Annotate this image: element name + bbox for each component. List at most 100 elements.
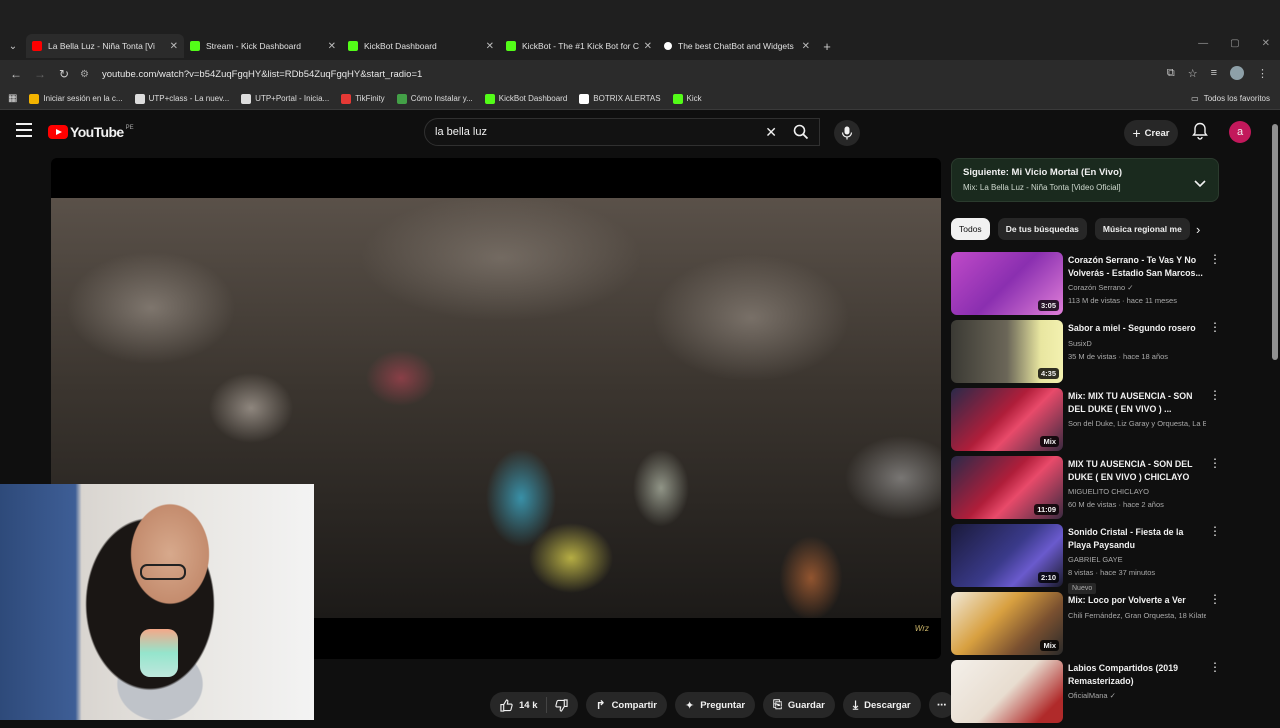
voice-search-button[interactable] [834, 120, 860, 146]
share-button[interactable]: ↱ Compartir [585, 692, 667, 718]
apps-grid-icon[interactable]: ▦ [8, 93, 17, 104]
tab-close-icon[interactable]: ✕ [328, 41, 336, 52]
bookmark-item[interactable]: TikFinity [341, 93, 385, 104]
channel-name[interactable]: GABRIEL GAYE [1068, 555, 1206, 564]
tab-close-icon[interactable]: ✕ [802, 41, 810, 52]
browser-tab[interactable]: La Bella Luz - Niña Tonta [Vi ✕ [26, 34, 184, 58]
youtube-logo[interactable]: YouTube PE [48, 124, 134, 140]
close-window-icon[interactable]: ✕ [1262, 38, 1270, 49]
back-icon[interactable]: ← [4, 67, 28, 81]
tab-search-chevron-icon[interactable]: ⌄ [0, 34, 26, 58]
queue-next-title: Siguiente: Mi Vicio Mortal (En Vivo) [963, 167, 1123, 178]
page-scrollbar[interactable] [1270, 112, 1280, 720]
recommended-video[interactable]: 3:05 Corazón Serrano - Te Vas Y No Volve… [951, 252, 1221, 320]
url-field[interactable]: ⚙ youtube.com/watch?v=b54ZuqFgqHY&list=R… [80, 63, 1200, 85]
video-title[interactable]: Corazón Serrano - Te Vas Y No Volverás -… [1068, 254, 1206, 279]
sparkle-icon: ✦ [684, 699, 695, 712]
bookmark-item[interactable]: KickBot Dashboard [484, 93, 567, 104]
reload-icon[interactable]: ↻ [52, 67, 76, 81]
new-tab-button[interactable]: + [816, 39, 838, 54]
bookmark-item[interactable]: BOTRIX ALERTAS [579, 93, 661, 104]
install-app-icon[interactable]: ⧉ [1167, 67, 1175, 80]
browser-tab[interactable]: Stream - Kick Dashboard ✕ [184, 34, 342, 58]
more-vert-icon[interactable]: ⋮ [1209, 593, 1221, 605]
video-title[interactable]: MIX TU AUSENCIA - SON DEL DUKE ( EN VIVO… [1068, 458, 1206, 483]
bookmark-favicon-icon [672, 93, 683, 104]
tab-close-icon[interactable]: ✕ [486, 41, 494, 52]
video-title[interactable]: Labios Compartidos (2019 Remasterizado) [1068, 662, 1206, 687]
bookmark-item[interactable]: UTP+Portal - Inicia... [241, 93, 329, 104]
video-thumbnail[interactable]: 4:35 [951, 320, 1063, 383]
recommended-video[interactable]: Mix Mix: MIX TU AUSENCIA - SON DEL DUKE … [951, 388, 1221, 456]
video-thumbnail[interactable]: Mix [951, 388, 1063, 451]
recommended-video[interactable]: Labios Compartidos (2019 Remasterizado) … [951, 660, 1221, 728]
dislike-button[interactable] [547, 698, 578, 712]
more-vert-icon[interactable]: ⋮ [1209, 389, 1221, 401]
bookmark-favicon-icon [341, 93, 352, 104]
maximize-icon[interactable]: ▢ [1230, 38, 1239, 49]
channel-name[interactable]: MIGUELITO CHICLAYO [1068, 487, 1206, 496]
filter-chip[interactable]: De tus búsquedas [997, 218, 1087, 240]
expand-queue-chevron-icon[interactable] [1194, 175, 1206, 193]
channel-name[interactable]: Son del Duke, Liz Garay y Orquesta, La B… [1068, 419, 1206, 428]
notifications-bell-icon[interactable] [1192, 122, 1208, 145]
channel-name[interactable]: OficialMana ✓ [1068, 691, 1206, 700]
media-control-icon[interactable]: ≡ [1211, 67, 1217, 79]
channel-name[interactable]: SusixD [1068, 339, 1206, 348]
video-thumbnail[interactable]: 11:09 [951, 456, 1063, 519]
channel-name[interactable]: Chili Fernández, Gran Orquesta, 18 Kilat… [1068, 611, 1206, 620]
more-vert-icon[interactable]: ⋮ [1209, 525, 1221, 537]
all-bookmarks-button[interactable]: ▭ Todos los favoritos [1191, 94, 1270, 103]
clear-search-icon[interactable]: ✕ [765, 124, 777, 141]
chips-next-chevron-icon[interactable]: › [1196, 222, 1200, 237]
recommended-video[interactable]: 2:10 Sonido Cristal - Fiesta de la Playa… [951, 524, 1221, 594]
video-thumbnail[interactable]: 3:05 [951, 252, 1063, 315]
more-vert-icon[interactable]: ⋮ [1209, 661, 1221, 673]
recommended-video[interactable]: Mix Mix: Loco por Volverte a Ver Chili F… [951, 592, 1221, 660]
mix-queue-panel[interactable]: Siguiente: Mi Vicio Mortal (En Vivo) Mix… [951, 158, 1219, 202]
save-label: Guardar [787, 699, 825, 711]
forward-icon[interactable]: → [28, 67, 52, 81]
bookmark-item[interactable]: UTP+class - La nuev... [134, 93, 229, 104]
video-title[interactable]: Mix: Loco por Volverte a Ver [1068, 594, 1206, 607]
search-button[interactable] [782, 118, 820, 146]
bookmark-item[interactable]: Iniciar sesión en la c... [29, 93, 123, 104]
download-button[interactable]: ⤓ Descargar [842, 692, 921, 718]
video-title[interactable]: Sonido Cristal - Fiesta de la Playa Pays… [1068, 526, 1206, 551]
browser-tab[interactable]: The best ChatBot and Widgets ✕ [658, 34, 816, 58]
recommended-video[interactable]: 4:35 Sabor a miel - Segundo rosero Susix… [951, 320, 1221, 388]
video-title[interactable]: Sabor a miel - Segundo rosero [1068, 322, 1206, 335]
site-info-icon[interactable]: ⚙ [80, 69, 94, 80]
bookmark-star-icon[interactable]: ☆ [1188, 67, 1198, 80]
channel-name[interactable]: Corazón Serrano ✓ [1068, 283, 1206, 292]
like-button[interactable]: 14 k [490, 697, 547, 713]
video-thumbnail[interactable] [951, 660, 1063, 723]
video-actions: 14 k ↱ Compartir ✦ Preguntar ⎘ Guardar ⤓… [490, 692, 955, 718]
browser-tab[interactable]: KickBot Dashboard ✕ [342, 34, 500, 58]
browser-menu-icon[interactable]: ⋮ [1257, 67, 1268, 80]
tab-close-icon[interactable]: ✕ [170, 41, 178, 52]
account-avatar[interactable]: a [1229, 121, 1251, 143]
video-title[interactable]: Mix: MIX TU AUSENCIA - SON DEL DUKE ( EN… [1068, 390, 1206, 415]
ask-button[interactable]: ✦ Preguntar [674, 692, 756, 718]
more-vert-icon[interactable]: ⋮ [1209, 321, 1221, 333]
video-info: Sabor a miel - Segundo rosero SusixD 35 M… [1068, 322, 1206, 361]
video-thumbnail[interactable]: 2:10 [951, 524, 1063, 587]
bookmark-item[interactable]: Cómo Instalar y... [396, 93, 473, 104]
minimize-icon[interactable]: — [1198, 38, 1208, 49]
browser-tab[interactable]: KickBot - The #1 Kick Bot for C ✕ [500, 34, 658, 58]
bookmark-item[interactable]: Kick [672, 93, 702, 104]
more-vert-icon[interactable]: ⋮ [1209, 253, 1221, 265]
filter-chip[interactable]: Música regional me [1094, 218, 1190, 240]
filter-chip[interactable]: Todos [951, 218, 990, 240]
more-vert-icon[interactable]: ⋮ [1209, 457, 1221, 469]
tab-close-icon[interactable]: ✕ [644, 41, 652, 52]
menu-hamburger-icon[interactable] [16, 123, 32, 141]
search-input[interactable]: la bella luz ✕ [424, 118, 820, 146]
create-button[interactable]: + Crear [1124, 120, 1178, 146]
video-thumbnail[interactable]: Mix [951, 592, 1063, 655]
scrollbar-thumb[interactable] [1272, 124, 1278, 360]
recommended-video[interactable]: 11:09 MIX TU AUSENCIA - SON DEL DUKE ( E… [951, 456, 1221, 524]
profile-avatar[interactable] [1230, 66, 1244, 80]
save-button[interactable]: ⎘ Guardar [763, 692, 835, 718]
